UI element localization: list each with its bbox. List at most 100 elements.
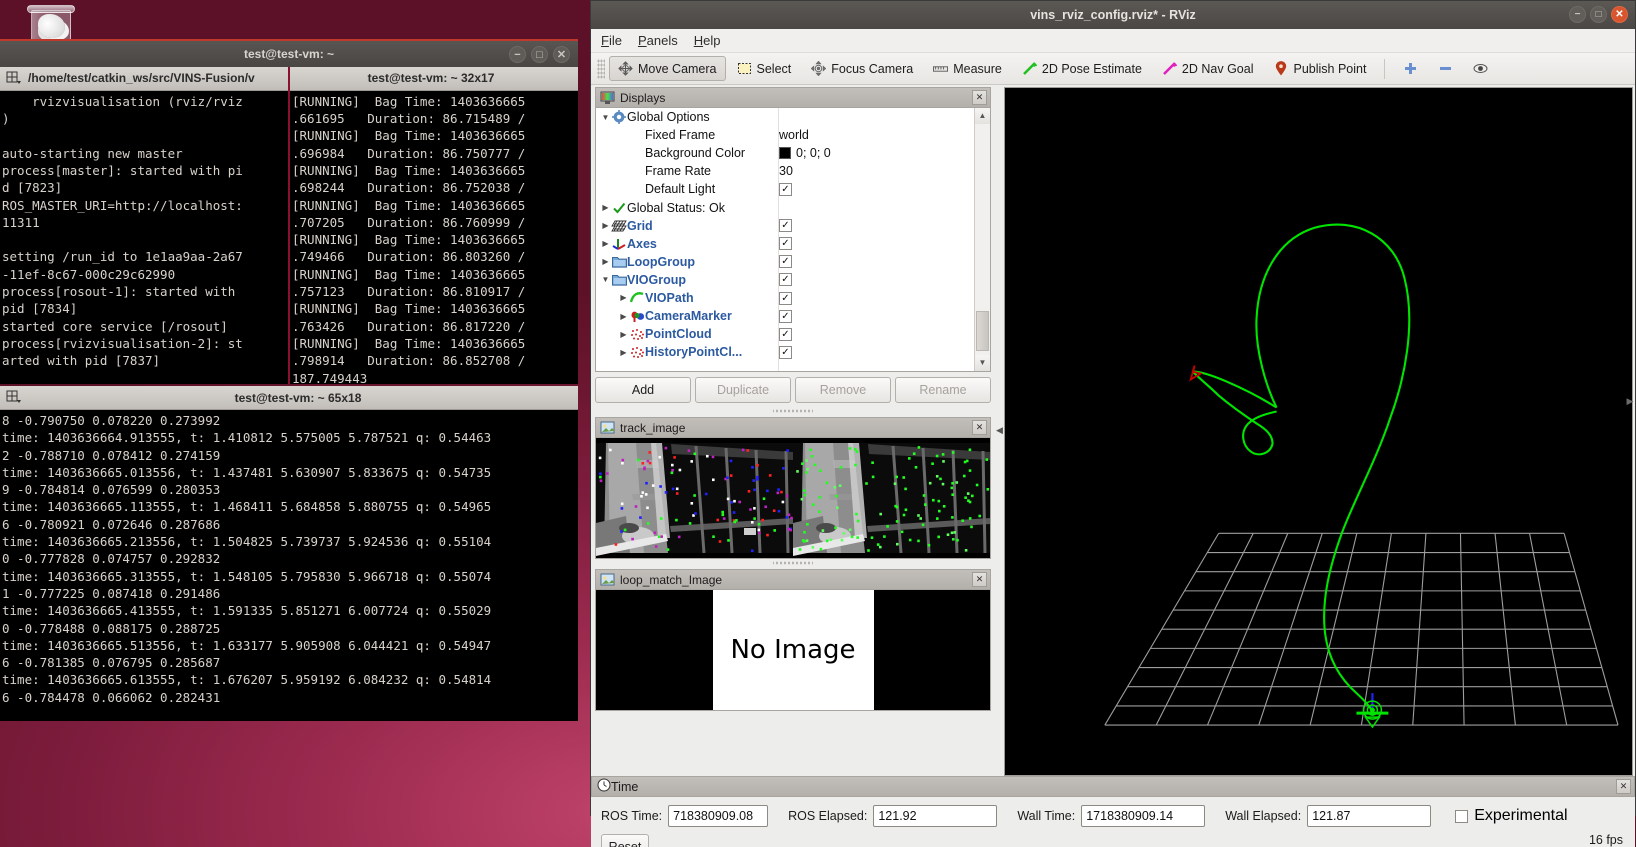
toolbar-button-minus[interactable] <box>1429 56 1462 81</box>
minimize-button[interactable]: − <box>1569 6 1586 23</box>
terminal-bottom-tabbar[interactable]: test@test-vm: ~ 65x18 <box>0 386 578 410</box>
track-image-view[interactable] <box>595 437 991 559</box>
visibility-checkbox[interactable]: ✓ <box>779 255 792 269</box>
experimental-option[interactable]: Experimental <box>1455 807 1568 825</box>
chevron-right-icon[interactable]: ▶ <box>600 257 611 266</box>
displays-row-value[interactable]: 0; 0; 0 <box>779 144 979 162</box>
chevron-right-icon[interactable]: ▶ <box>600 239 611 248</box>
chevron-right-icon[interactable]: ▶ <box>618 312 629 321</box>
chevron-right-icon[interactable]: ▶ <box>618 348 629 357</box>
rviz-titlebar[interactable]: vins_rviz_config.rviz* - RViz − □ ✕ <box>591 1 1635 29</box>
displays-row-value[interactable]: ✓ <box>779 271 979 289</box>
close-button[interactable]: ✕ <box>553 46 570 63</box>
chevron-down-icon[interactable]: ▼ <box>600 275 611 284</box>
visibility-checkbox[interactable]: ✓ <box>779 273 792 287</box>
time-panel-header[interactable]: Time ✕ <box>591 776 1635 797</box>
terminal-menu-icon[interactable] <box>2 67 24 89</box>
displays-row-value[interactable]: ✓ <box>779 307 979 325</box>
toolbar-button-measure[interactable]: Measure <box>924 56 1011 81</box>
close-icon[interactable]: ✕ <box>972 572 987 587</box>
terminal-top-left-tabbar[interactable]: /home/test/catkin_ws/src/VINS-Fusion/v <box>0 67 288 91</box>
toolbar-grip[interactable] <box>597 58 605 79</box>
displays-row-value[interactable]: 30 <box>779 162 979 180</box>
time-input-wall-time[interactable]: 1718380909.14 <box>1081 805 1206 827</box>
close-icon[interactable]: ✕ <box>1616 779 1631 794</box>
loop-match-view[interactable]: No Image <box>595 589 991 711</box>
chevron-right-icon[interactable]: ▶ <box>618 293 629 302</box>
time-fields-row[interactable]: ROS Time: 718380909.08 ROS Elapsed: 121.92 W… <box>591 797 1635 831</box>
displays-row-global-options[interactable]: ▼ Global Options <box>596 108 974 126</box>
toolbar-button-2d-pose-estimate[interactable]: 2D Pose Estimate <box>1013 56 1151 81</box>
render-view-3d[interactable] <box>1004 87 1633 776</box>
right-dock-collapse-handle[interactable]: ▶ <box>1625 91 1635 711</box>
time-input-ros-time[interactable]: 718380909.08 <box>668 805 769 827</box>
menu-item-file[interactable]: File <box>601 33 622 48</box>
maximize-button[interactable]: □ <box>531 46 548 63</box>
displays-row-value[interactable]: ✓ <box>779 325 979 343</box>
folder-icon <box>611 273 627 286</box>
displays-row-value[interactable]: ✓ <box>779 235 979 253</box>
displays-row-label: PointCloud <box>645 327 712 342</box>
time-input-ros-elapsed[interactable]: 121.92 <box>873 805 998 827</box>
toolbar-button-plus[interactable] <box>1394 56 1427 81</box>
close-button[interactable]: ✕ <box>1611 6 1628 23</box>
visibility-checkbox[interactable]: ✓ <box>779 237 792 251</box>
visibility-checkbox[interactable]: ✓ <box>779 327 792 341</box>
toolbar-button-eye[interactable] <box>1464 56 1497 81</box>
reset-button[interactable]: Reset <box>601 834 649 847</box>
scroll-up-arrow[interactable]: ▲ <box>975 108 990 124</box>
rviz-window-buttons[interactable]: − □ ✕ <box>1569 6 1628 23</box>
displays-row-global-status-ok[interactable]: ▶ Global Status: Ok <box>596 198 974 216</box>
splitter-handle[interactable] <box>773 560 813 566</box>
terminal-top-titlebar[interactable]: test@test-vm: ~ − □ ✕ <box>0 39 578 67</box>
terminal-menu-icon[interactable] <box>2 387 24 409</box>
displays-tree-rows[interactable]: ▼ Global Options Fixed Frame world Backgroun… <box>596 108 974 371</box>
menu-item-panels[interactable]: Panels <box>638 33 678 48</box>
chevron-down-icon[interactable]: ▼ <box>600 113 611 122</box>
terminal-window-top[interactable]: test@test-vm: ~ − □ ✕ /home/test/catkin_… <box>0 39 578 384</box>
visibility-checkbox[interactable]: ✓ <box>779 345 792 359</box>
visibility-checkbox[interactable]: ✓ <box>779 309 792 323</box>
splitter-handle[interactable] <box>773 408 813 414</box>
terminal-top-right-tabbar[interactable]: test@test-vm: ~ 32x17 <box>290 67 578 91</box>
experimental-checkbox[interactable] <box>1455 809 1469 823</box>
minimize-button[interactable]: − <box>509 46 526 63</box>
visibility-checkbox[interactable]: ✓ <box>779 182 792 196</box>
chevron-right-icon[interactable]: ▶ <box>600 203 611 212</box>
displays-row-value[interactable]: ✓ <box>779 253 979 271</box>
displays-row-value[interactable]: world <box>779 126 979 144</box>
menu-item-help[interactable]: Help <box>694 33 721 48</box>
displays-row-value[interactable]: ✓ <box>779 343 979 361</box>
displays-row-value[interactable]: ✓ <box>779 180 979 198</box>
add-button[interactable]: Add <box>595 377 691 403</box>
terminal-top-window-buttons[interactable]: − □ ✕ <box>509 46 570 63</box>
visibility-checkbox[interactable]: ✓ <box>779 291 792 305</box>
displays-row-value[interactable]: ✓ <box>779 289 979 307</box>
displays-row-value[interactable]: ✓ <box>779 217 979 235</box>
close-icon[interactable]: ✕ <box>972 90 987 105</box>
close-icon[interactable]: ✕ <box>972 420 987 435</box>
time-input-wall-elapsed[interactable]: 121.87 <box>1307 805 1432 827</box>
rviz-window[interactable]: vins_rviz_config.rviz* - RViz − □ ✕ File… <box>590 0 1636 847</box>
track-image-header[interactable]: track_image ✕ <box>595 417 991 437</box>
chevron-right-icon[interactable]: ▶ <box>600 221 611 230</box>
terminal-window-bottom[interactable]: test@test-vm: ~ 65x18 8 -0.790750 0.0782… <box>0 386 578 721</box>
toolbar[interactable]: Move Camera Select Focus Camera Measure 2D P… <box>591 53 1635 85</box>
displays-tree[interactable]: ▼ Global Options Fixed Frame world Backgroun… <box>595 107 991 372</box>
displays-button-row[interactable]: Add Duplicate Remove Rename <box>595 372 991 407</box>
visibility-checkbox[interactable]: ✓ <box>779 219 792 233</box>
toolbar-button-publish-point[interactable]: Publish Point <box>1264 56 1375 81</box>
displays-panel-header[interactable]: Displays ✕ <box>595 87 991 107</box>
toolbar-button-focus-camera[interactable]: Focus Camera <box>802 56 922 81</box>
toolbar-button-select[interactable]: Select <box>728 56 801 81</box>
color-swatch[interactable] <box>779 147 791 160</box>
toolbar-button-2d-nav-goal[interactable]: 2D Nav Goal <box>1153 56 1263 81</box>
loop-match-header[interactable]: loop_match_Image ✕ <box>595 569 991 589</box>
menubar[interactable]: File Panels Help <box>591 29 1635 53</box>
dock-collapse-handle[interactable]: ◀ <box>995 85 1004 776</box>
displays-panel-title: Displays <box>620 90 666 105</box>
maximize-button[interactable]: □ <box>1590 6 1607 23</box>
chevron-right-icon[interactable]: ▶ <box>618 330 629 339</box>
terminal-line: ) <box>2 111 10 127</box>
toolbar-button-move-camera[interactable]: Move Camera <box>609 56 726 81</box>
